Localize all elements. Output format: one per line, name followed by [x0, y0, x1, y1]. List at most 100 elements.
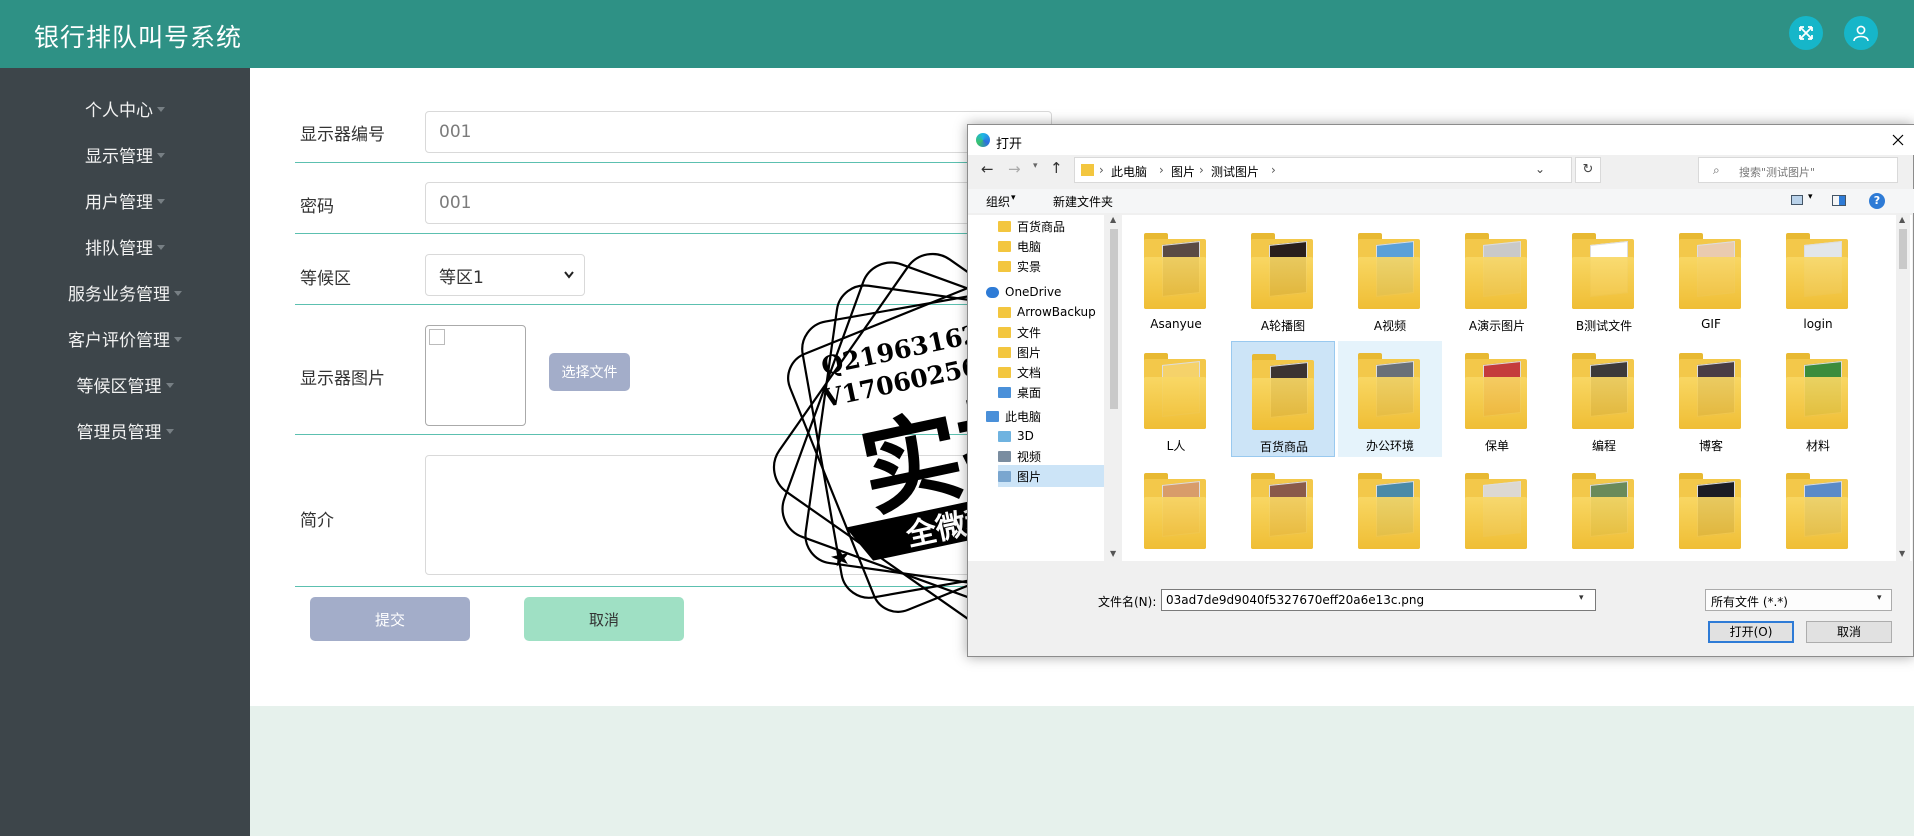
forward-arrow-icon[interactable]: →	[1008, 160, 1021, 178]
expand-icon	[1799, 26, 1813, 40]
sidebar-item-waiting-area[interactable]: 等候区管理	[0, 366, 250, 402]
organize-menu[interactable]: 组织	[986, 193, 1010, 210]
up-arrow-icon[interactable]: ↑	[1050, 159, 1063, 177]
file-item[interactable]: 编程	[1552, 341, 1656, 457]
chevron-down-icon	[564, 271, 574, 279]
filetype-select[interactable]: 所有文件 (*.*) ▾	[1705, 589, 1892, 611]
nav-item[interactable]: 文件	[998, 321, 1104, 343]
nav-item-onedrive[interactable]: OneDrive	[986, 281, 1104, 303]
nav-item-label: 实景	[1017, 259, 1042, 274]
sidebar-item-user-management[interactable]: 用户管理	[0, 182, 250, 218]
nav-item-label: 百货商品	[1017, 219, 1066, 234]
nav-item[interactable]: ArrowBackup	[998, 301, 1104, 323]
file-item[interactable]: 材料	[1766, 341, 1870, 457]
computer-icon	[986, 410, 999, 422]
nav-item[interactable]: 实景	[998, 255, 1104, 277]
choose-file-button[interactable]: 选择文件	[549, 353, 630, 391]
chevron-down-icon[interactable]: ⌄	[1535, 162, 1545, 176]
file-item[interactable]	[1552, 461, 1656, 561]
nav-item[interactable]: 文档	[998, 361, 1104, 383]
recent-chevron-icon[interactable]: ▾	[1033, 161, 1038, 171]
nav-item[interactable]: 视频	[998, 445, 1104, 467]
sidebar-item-queue-management[interactable]: 排队管理	[0, 228, 250, 264]
file-item[interactable]: GIF	[1659, 221, 1763, 337]
fullscreen-button[interactable]	[1789, 16, 1823, 50]
password-input[interactable]: 001	[425, 182, 1052, 224]
file-item[interactable]	[1445, 461, 1549, 561]
folder-icon	[1144, 233, 1206, 309]
nav-item-this-pc[interactable]: 此电脑	[986, 405, 1104, 427]
sidebar-item-display-management[interactable]: 显示管理	[0, 136, 250, 172]
filename-input[interactable]: 03ad7de9d9040f5327670eff20a6e13c.png ▾	[1161, 589, 1596, 611]
nav-item-selected[interactable]: 图片	[998, 465, 1104, 487]
search-placeholder: 搜索"测试图片"	[1739, 166, 1816, 179]
intro-textarea[interactable]	[425, 455, 1052, 575]
folder-icon	[1465, 233, 1527, 309]
file-item[interactable]	[1124, 461, 1228, 561]
file-item[interactable]: A演示图片	[1445, 221, 1549, 337]
sidebar: 个人中心 显示管理 用户管理 排队管理 服务业务管理 客户评价管理 等候区管理 …	[0, 68, 250, 836]
sidebar-item-customer-evaluation[interactable]: 客户评价管理	[0, 320, 250, 356]
refresh-icon[interactable]: ↻	[1575, 157, 1601, 183]
nav-item-label: 文档	[1017, 365, 1042, 380]
breadcrumb-item[interactable]: 图片	[1171, 163, 1195, 180]
sidebar-item-personal-center[interactable]: 个人中心	[0, 90, 250, 126]
waiting-area-label: 等候区	[300, 269, 351, 289]
folder-icon	[1465, 353, 1527, 429]
cancel-button[interactable]: 取消	[524, 597, 684, 641]
waiting-area-select[interactable]: 等区1	[425, 254, 585, 296]
nav-item-label: 图片	[1017, 345, 1042, 360]
user-menu-button[interactable]	[1844, 16, 1878, 50]
folder-icon	[998, 260, 1011, 272]
file-item[interactable]: A轮播图	[1231, 221, 1335, 337]
close-icon[interactable]	[1892, 134, 1904, 146]
preview-pane-icon[interactable]	[1832, 195, 1846, 206]
nav-scrollbar[interactable]: ▲ ▼	[1108, 215, 1120, 561]
file-item[interactable]: A视频	[1338, 221, 1442, 337]
folder-icon	[1358, 473, 1420, 549]
file-item-label: 保单	[1484, 439, 1509, 453]
file-item[interactable]: Asanyue	[1124, 221, 1228, 337]
chevron-down-icon[interactable]: ▾	[1808, 192, 1813, 202]
back-arrow-icon[interactable]: ←	[981, 160, 994, 178]
file-item[interactable]	[1338, 461, 1442, 561]
breadcrumb-separator: ›	[1099, 163, 1104, 177]
file-item[interactable]: L人	[1124, 341, 1228, 457]
file-item[interactable]	[1231, 461, 1335, 561]
nav-item[interactable]: 3D	[998, 425, 1104, 447]
image-label: 显示器图片	[300, 369, 385, 389]
new-folder-button[interactable]: 新建文件夹	[1053, 193, 1113, 210]
folder-icon	[1251, 473, 1313, 549]
file-item[interactable]: login	[1766, 221, 1870, 337]
file-item[interactable]	[1659, 461, 1763, 561]
submit-button[interactable]: 提交	[310, 597, 470, 641]
file-item-label: 百货商品	[1259, 440, 1308, 454]
address-bar[interactable]: › 此电脑 › 图片 › 测试图片 › ⌄	[1074, 157, 1572, 183]
dialog-cancel-button[interactable]: 取消	[1806, 621, 1892, 643]
file-scrollbar[interactable]: ▲ ▼	[1896, 215, 1910, 561]
file-item[interactable]: B测试文件	[1552, 221, 1656, 337]
file-item[interactable]: 办公环境	[1338, 341, 1442, 457]
open-button[interactable]: 打开(O)	[1708, 621, 1794, 643]
file-item[interactable]: 百货商品	[1231, 341, 1335, 457]
nav-item[interactable]: 百货商品	[998, 215, 1104, 237]
breadcrumb-item[interactable]: 测试图片	[1211, 163, 1259, 180]
file-item-label: L人	[1166, 439, 1186, 453]
search-input[interactable]: ⌕ 搜索"测试图片"	[1698, 157, 1898, 183]
nav-item[interactable]: 电脑	[998, 235, 1104, 257]
chevron-down-icon[interactable]: ▾	[1579, 593, 1584, 603]
folder-icon	[1572, 353, 1634, 429]
file-item[interactable]: 博客	[1659, 341, 1763, 457]
sidebar-item-service-business[interactable]: 服务业务管理	[0, 274, 250, 310]
nav-item[interactable]: 图片	[998, 341, 1104, 363]
file-item[interactable]	[1766, 461, 1870, 561]
help-icon[interactable]: ?	[1869, 193, 1885, 209]
sidebar-item-admin-management[interactable]: 管理员管理	[0, 412, 250, 448]
file-item[interactable]: 保单	[1445, 341, 1549, 457]
sidebar-item-label: 用户管理	[85, 192, 153, 213]
breadcrumb-item[interactable]: 此电脑	[1111, 163, 1147, 180]
nav-item[interactable]: 桌面	[998, 381, 1104, 403]
display-no-input[interactable]: 001	[425, 111, 1052, 153]
view-icon[interactable]	[1791, 195, 1803, 205]
folder-icon	[1465, 473, 1527, 549]
